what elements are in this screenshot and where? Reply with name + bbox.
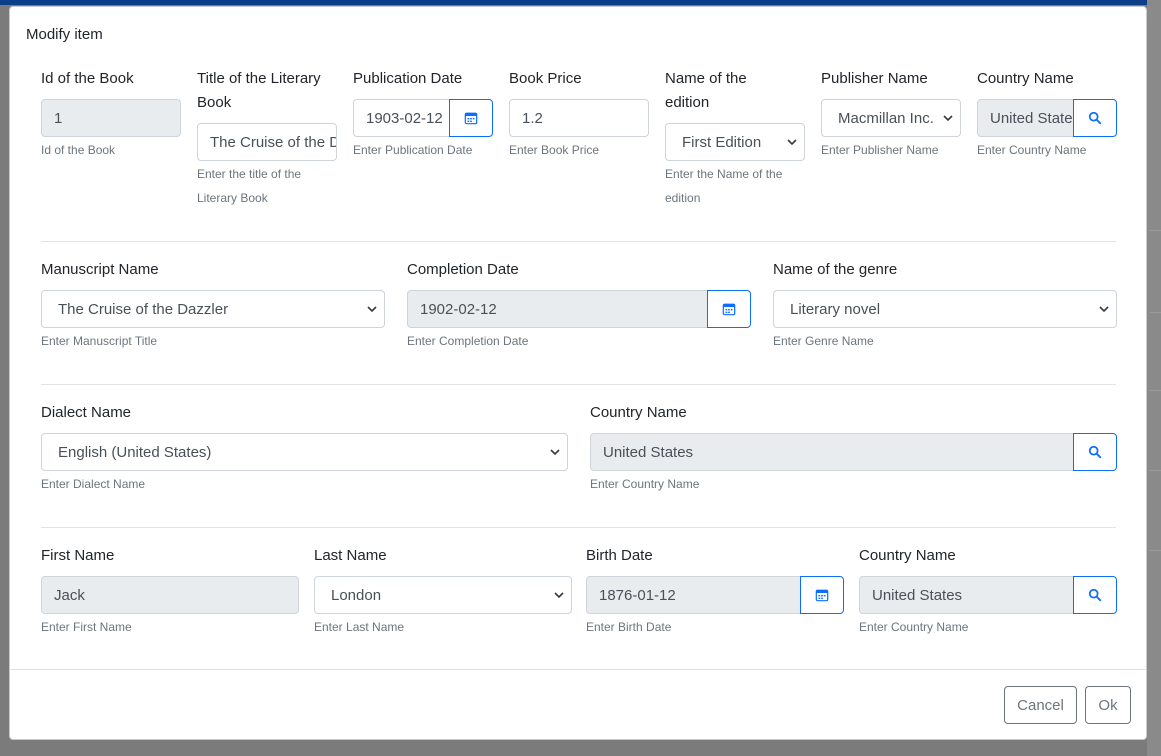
publication-date-calendar-button[interactable] [449,99,493,137]
dialect-label: Dialect Name [41,404,132,421]
book-id-hint: Id of the Book [41,143,116,157]
country-label: Country Name [977,70,1074,87]
last-name-select[interactable]: London [314,576,572,614]
country-search-button[interactable] [1073,99,1117,137]
modify-item-dialog: Modify item Id of the Book 1 Id of the B… [9,6,1147,740]
section-divider [41,241,1116,242]
chevron-down-icon [550,449,560,456]
last-name-label: Last Name [314,547,387,564]
price-input[interactable]: 1.2 [509,99,649,137]
country-hint: Enter Country Name [590,477,700,491]
background-page-edge [1147,0,1161,756]
country-label: Country Name [590,404,687,421]
background-topbar [0,0,1161,5]
last-name-hint: Enter Last Name [314,620,405,634]
price-label: Book Price [509,70,582,87]
dialect-hint: Enter Dialect Name [41,477,146,491]
publication-date-input[interactable]: 1903-02-12 [353,99,450,137]
price-hint: Enter Book Price [509,143,600,157]
first-name-field: Jack [41,576,299,614]
publisher-label: Publisher Name [821,70,928,87]
publication-date-label: Publication Date [353,70,463,87]
book-id-label: Id of the Book [41,70,134,87]
country-search-button[interactable] [1073,433,1117,471]
calendar-icon [464,112,478,125]
birth-date-field: 1876-01-12 [586,576,801,614]
book-id-field: 1 [41,99,181,137]
genre-label: Name of the genre [773,261,898,278]
title-hint: Enter the title of the Literary Book [197,167,302,205]
publisher-hint: Enter Publisher Name [821,143,939,157]
completion-date-hint: Enter Completion Date [407,334,529,348]
country-hint: Enter Country Name [977,143,1087,157]
section-divider [41,527,1116,528]
chevron-down-icon [367,306,377,313]
search-icon [1088,588,1102,602]
ok-button[interactable]: Ok [1085,686,1131,724]
manuscript-hint: Enter Manuscript Title [41,334,158,348]
chevron-down-icon [554,592,564,599]
calendar-icon [722,303,736,316]
dialog-footer-divider [10,669,1146,670]
genre-select[interactable]: Literary novel [773,290,1117,328]
first-name-label: First Name [41,547,115,564]
manuscript-label: Manuscript Name [41,261,159,278]
country-hint: Enter Country Name [859,620,969,634]
chevron-down-icon [787,139,797,146]
first-name-hint: Enter First Name [41,620,132,634]
genre-hint: Enter Genre Name [773,334,874,348]
country-field: United States [590,433,1074,471]
cancel-button[interactable]: Cancel [1004,686,1077,724]
edition-hint: Enter the Name of the edition [665,167,783,205]
search-icon [1088,445,1102,459]
dialect-select[interactable]: English (United States) [41,433,568,471]
publisher-select[interactable]: Macmillan Inc. [821,99,961,137]
chevron-down-icon [943,115,953,122]
completion-date-calendar-button[interactable] [707,290,751,328]
chevron-down-icon [1099,306,1109,313]
completion-date-field: 1902-02-12 [407,290,708,328]
country-field: United States [977,99,1074,137]
publication-date-hint: Enter Publication Date [353,143,473,157]
birth-date-hint: Enter Birth Date [586,620,672,634]
country-search-button[interactable] [1073,576,1117,614]
section-divider [41,384,1116,385]
title-label: Title of the Literary Book [197,70,321,111]
manuscript-select[interactable]: The Cruise of the Dazzler [41,290,385,328]
birth-date-label: Birth Date [586,547,653,564]
calendar-icon [815,589,829,602]
edition-select[interactable]: First Edition [665,123,805,161]
birth-date-calendar-button[interactable] [800,576,844,614]
country-label: Country Name [859,547,956,564]
country-field: United States [859,576,1074,614]
title-input[interactable]: The Cruise of the Dazzler [197,123,337,161]
completion-date-label: Completion Date [407,261,519,278]
search-icon [1088,111,1102,125]
edition-label: Name of the edition [665,70,747,111]
dialog-title: Modify item [26,26,103,43]
